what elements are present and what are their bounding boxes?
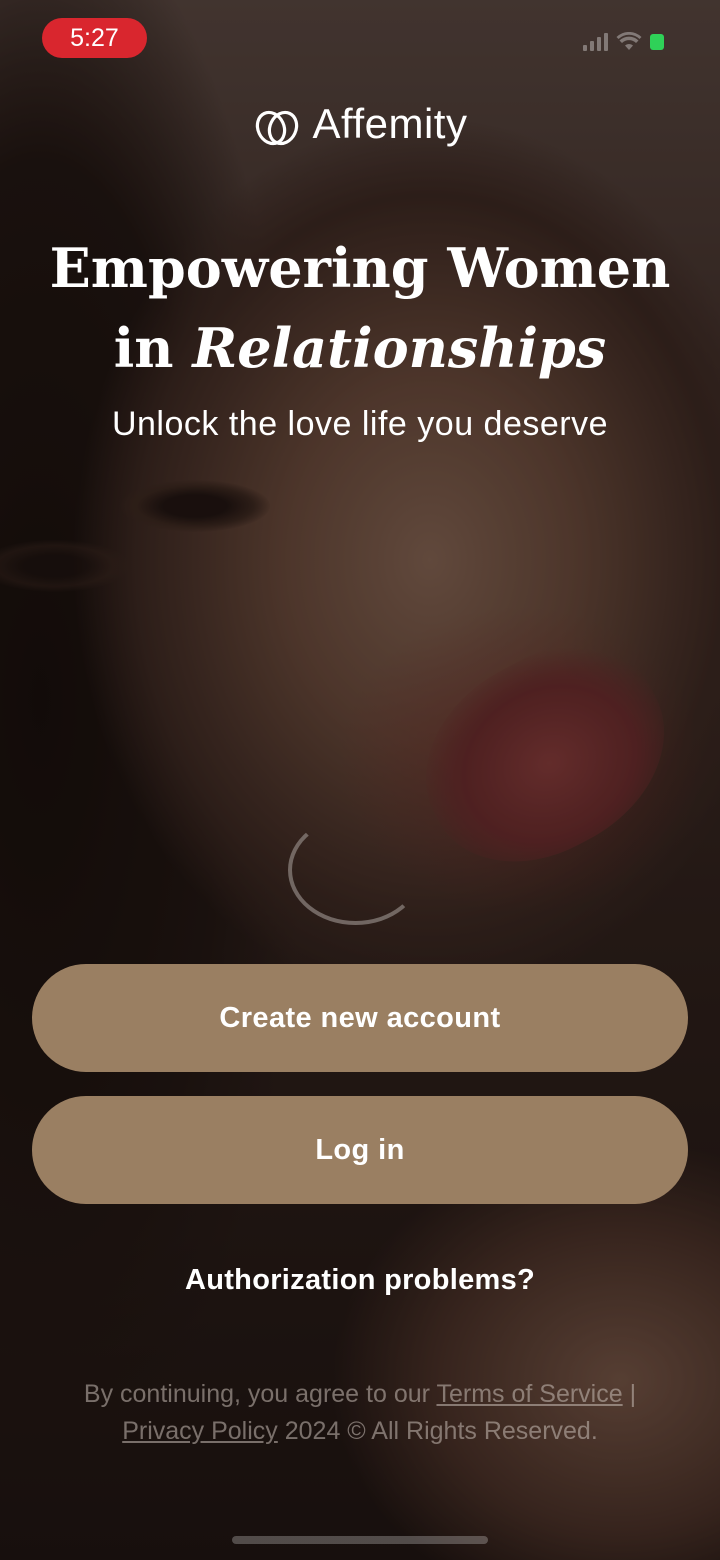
legal-copyright: 2024 © All Rights Reserved.	[284, 1417, 598, 1445]
home-indicator[interactable]	[232, 1536, 488, 1544]
legal-notice: By continuing, you agree to our Terms of…	[40, 1376, 680, 1450]
app-logo: Affemity	[0, 100, 720, 148]
privacy-policy-link[interactable]: Privacy Policy	[122, 1417, 278, 1445]
legal-separator: |	[629, 1380, 637, 1408]
status-time: 5:27	[42, 18, 147, 58]
welcome-screen: 5:27 Affemity Empowering Women in Relati…	[0, 0, 720, 1560]
log-in-button[interactable]: Log in	[32, 1096, 688, 1204]
legal-prefix: By continuing, you agree to our	[83, 1380, 430, 1408]
headline-line-2-accent: Relationships	[192, 316, 607, 380]
status-icons	[583, 32, 664, 52]
page-subtitle: Unlock the love life you deserve	[111, 405, 609, 443]
intertwined-rings-logo-icon	[255, 110, 298, 146]
headline-line-2-prefix: in	[113, 316, 174, 380]
create-account-button[interactable]: Create new account	[32, 964, 688, 1072]
status-bar: 5:27	[0, 0, 720, 80]
wifi-icon	[616, 32, 642, 50]
signal-icon	[583, 33, 608, 51]
battery-icon	[650, 34, 664, 50]
authorization-problems-link[interactable]: Authorization problems?	[0, 1264, 720, 1297]
app-logo-text: Affemity	[312, 100, 468, 147]
page-headline: Empowering Women in Relationships	[0, 228, 720, 388]
headline-line-1: Empowering Women	[49, 236, 671, 300]
terms-of-service-link[interactable]: Terms of Service	[436, 1380, 622, 1408]
